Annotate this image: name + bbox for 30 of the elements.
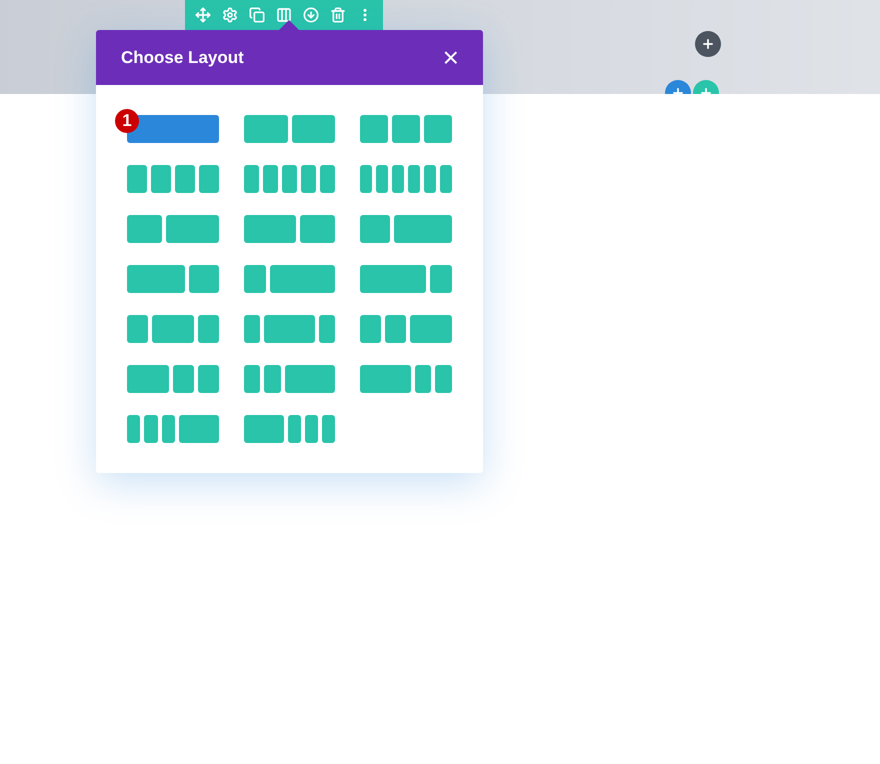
layout-option[interactable] (244, 215, 336, 243)
settings-icon[interactable] (222, 7, 238, 23)
add-button[interactable] (695, 31, 721, 57)
layout-option[interactable] (360, 265, 452, 293)
layout-option[interactable] (127, 165, 219, 193)
download-icon[interactable] (303, 7, 319, 23)
layout-option[interactable] (244, 315, 336, 343)
layout-option[interactable] (244, 115, 336, 143)
layout-option[interactable] (127, 415, 219, 443)
close-button[interactable]: × (442, 44, 459, 72)
layout-option[interactable] (244, 365, 336, 393)
layout-option[interactable] (127, 215, 219, 243)
layout-option[interactable] (360, 215, 452, 243)
trash-icon[interactable] (330, 7, 346, 23)
layout-option[interactable] (244, 265, 336, 293)
columns-icon[interactable] (276, 7, 292, 23)
layout-option[interactable] (360, 165, 452, 193)
step-badge: 1 (115, 109, 139, 133)
layout-option[interactable] (127, 265, 219, 293)
layout-option[interactable] (360, 315, 452, 343)
layout-option[interactable] (360, 115, 452, 143)
modal-title: Choose Layout (121, 46, 244, 69)
layout-option[interactable] (127, 365, 219, 393)
layout-option[interactable] (360, 365, 452, 393)
layout-option[interactable] (244, 165, 336, 193)
move-icon[interactable] (195, 7, 211, 23)
layout-option[interactable] (127, 315, 219, 343)
duplicate-icon[interactable] (249, 7, 265, 23)
plus-icon (701, 37, 715, 51)
layout-option[interactable] (244, 415, 336, 443)
